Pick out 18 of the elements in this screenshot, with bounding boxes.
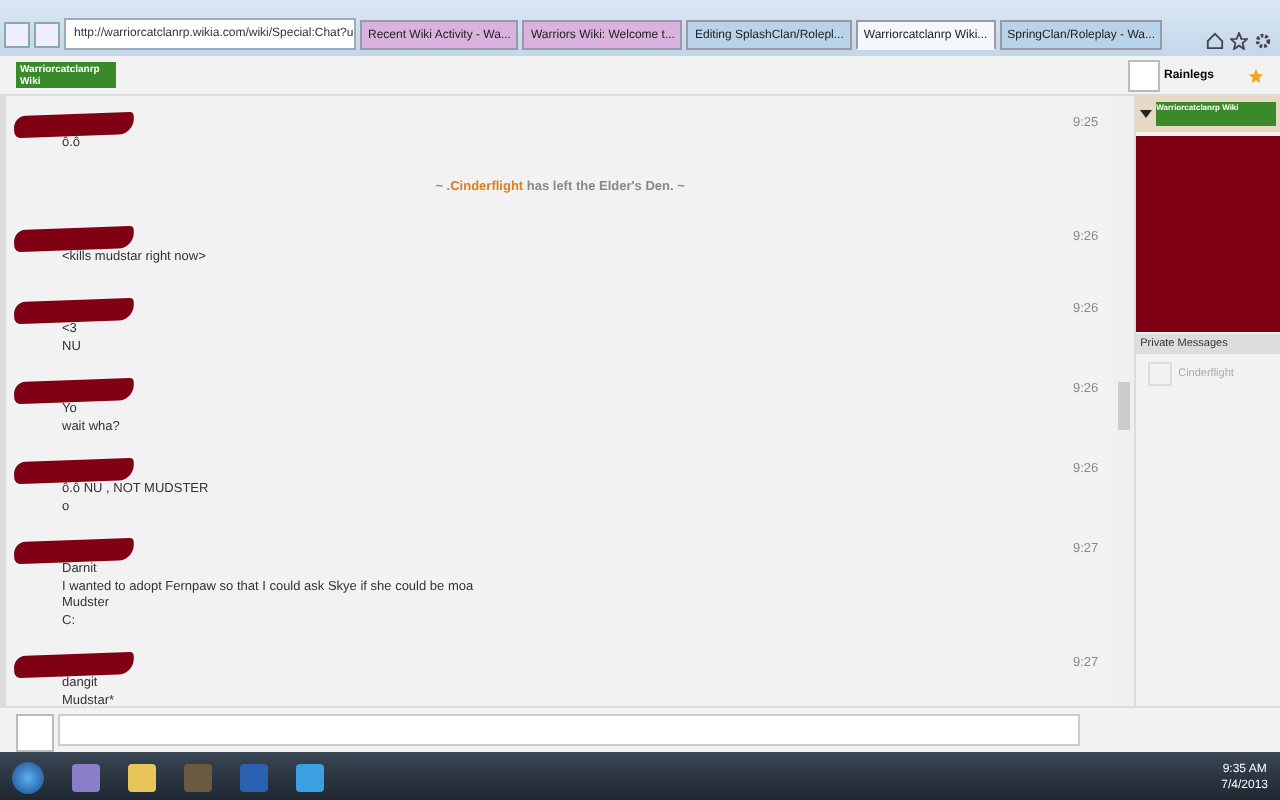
redaction-scribble — [13, 457, 135, 485]
redaction-scribble — [13, 111, 135, 139]
caret-icon[interactable] — [1140, 108, 1153, 120]
redaction-scribble — [13, 537, 135, 565]
settings-icon[interactable] — [1254, 32, 1272, 50]
redaction-scribble — [13, 225, 135, 253]
redaction-scribble — [13, 377, 135, 405]
message-input[interactable] — [58, 714, 1080, 746]
redaction-scribble — [13, 297, 135, 325]
back-button[interactable] — [4, 22, 30, 48]
forward-button[interactable] — [34, 22, 60, 48]
redaction-scribble — [13, 651, 135, 679]
star-icon[interactable] — [1230, 32, 1248, 50]
star-icon — [1248, 67, 1264, 83]
home-icon[interactable] — [1206, 32, 1224, 50]
user-avatar — [16, 714, 54, 752]
start-button[interactable] — [12, 761, 44, 793]
user-avatar — [1128, 59, 1160, 91]
